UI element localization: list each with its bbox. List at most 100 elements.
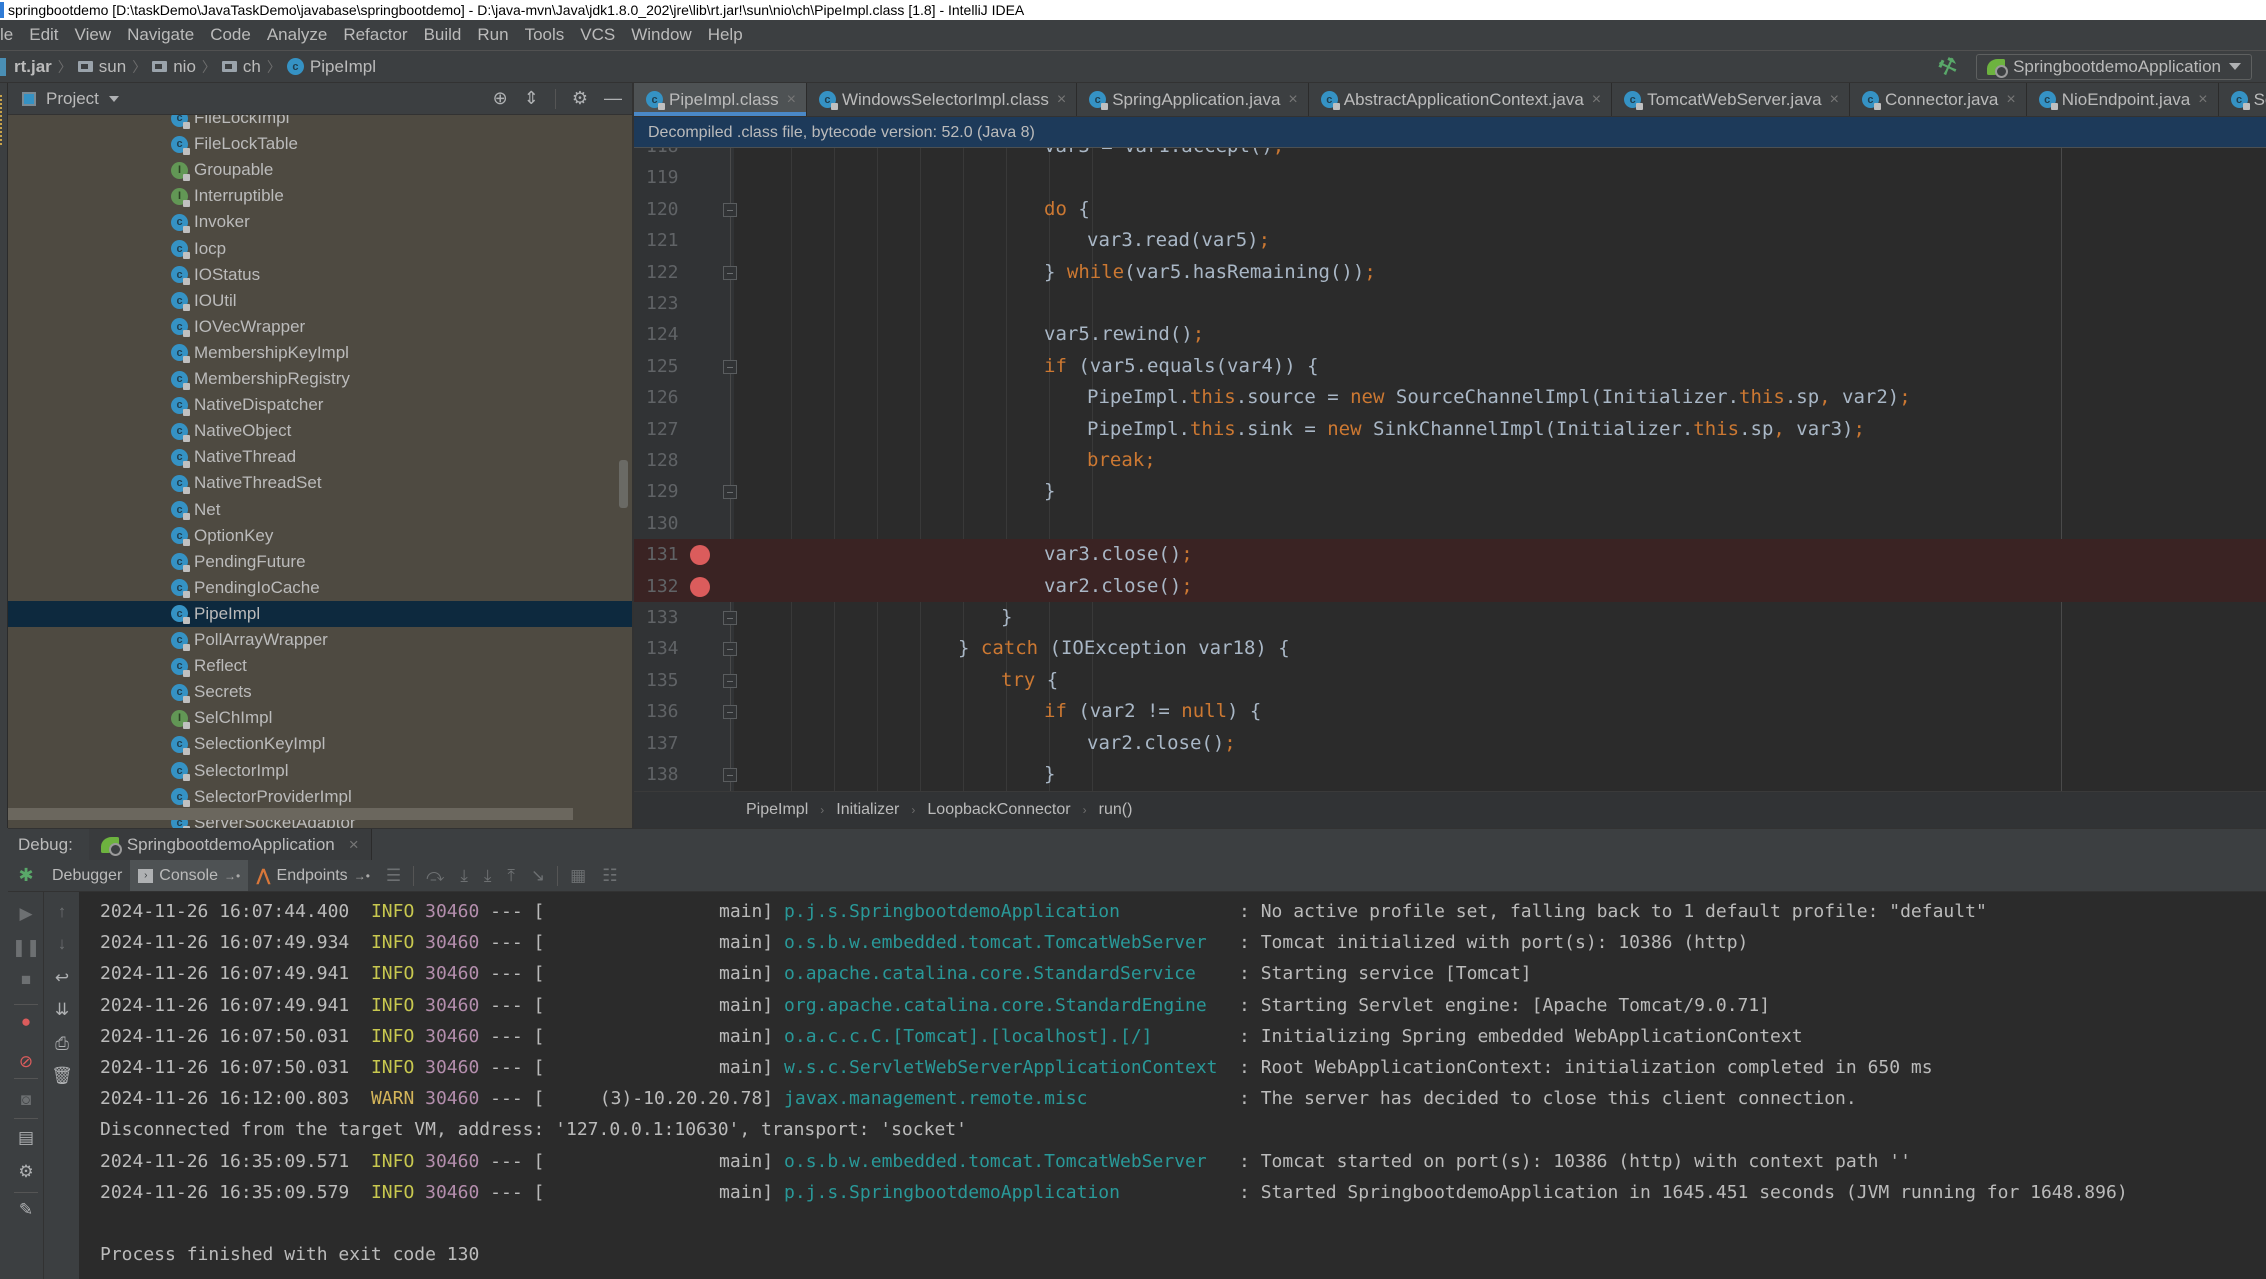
menu-help[interactable]: Help	[700, 25, 751, 45]
line-number[interactable]: 129	[646, 476, 686, 507]
tab-console[interactable]: › Console →•	[130, 860, 249, 891]
editor-tab[interactable]: c WindowsSelectorImpl.class ×	[807, 83, 1078, 116]
menu-view[interactable]: View	[67, 25, 120, 45]
menu-code[interactable]: Code	[202, 25, 259, 45]
code-line[interactable]: 119	[634, 162, 2266, 193]
debug-session-tab[interactable]: SpringbootdemoApplication ×	[88, 829, 372, 860]
code-line[interactable]: 137 var2.close();	[634, 728, 2266, 759]
stop-icon[interactable]: ■	[8, 970, 44, 990]
build-hammer-icon[interactable]: ⚒	[1934, 51, 1961, 82]
line-number[interactable]: 122	[646, 257, 686, 288]
close-icon[interactable]: ×	[349, 835, 359, 855]
force-step-into-icon[interactable]: ⤓	[484, 866, 492, 886]
menu-edit[interactable]: Edit	[21, 25, 66, 45]
line-number[interactable]: 126	[646, 382, 686, 413]
menu-refactor[interactable]: Refactor	[335, 25, 415, 45]
editor-tab[interactable]: c SpringApplication.java ×	[1077, 83, 1309, 116]
line-number[interactable]: 127	[646, 414, 686, 445]
resume-icon[interactable]: ▶	[8, 904, 44, 924]
gear-icon[interactable]: ⚙	[572, 88, 588, 109]
tree-item[interactable]: c SelectorImpl	[8, 758, 632, 784]
view-breakpoints-icon[interactable]: ●	[8, 1012, 44, 1032]
editor-crumb[interactable]: Initializer	[836, 801, 899, 819]
tree-item[interactable]: c FileLockImpl	[8, 115, 632, 131]
menu-vcs[interactable]: VCS	[572, 25, 623, 45]
show-frames-icon[interactable]: ☰	[386, 866, 401, 886]
code-line[interactable]: 132 var2.close();	[634, 570, 2266, 602]
close-icon[interactable]: ×	[1592, 91, 1601, 109]
tree-item[interactable]: c SelectionKeyImpl	[8, 731, 632, 757]
tree-item[interactable]: c IOStatus	[8, 262, 632, 288]
code-line[interactable]: 128 break;	[634, 445, 2266, 476]
locate-crosshair-icon[interactable]: ⊕	[493, 88, 508, 109]
editor-tab[interactable]: c TomcatWebServer.java ×	[1612, 83, 1850, 116]
tab-debugger[interactable]: Debugger	[44, 860, 130, 891]
line-number[interactable]: 120	[646, 194, 686, 225]
code-line[interactable]: 130	[634, 508, 2266, 539]
chevron-down-icon[interactable]	[108, 95, 119, 102]
trace-icon[interactable]: ☷	[602, 866, 617, 886]
minimize-icon[interactable]: —	[604, 88, 622, 109]
editor-tab[interactable]: c Connector.java ×	[1850, 83, 2027, 116]
close-icon[interactable]: ×	[1288, 91, 1297, 109]
code-line[interactable]: 138}	[634, 759, 2266, 790]
nav-crumb-ch[interactable]: ch 〉	[221, 57, 287, 77]
tree-item[interactable]: c OptionKey	[8, 523, 632, 549]
tab-endpoints[interactable]: ⋀ Endpoints →•	[248, 860, 378, 891]
print-icon[interactable]: ⎙	[44, 1034, 80, 1054]
tree-item[interactable]: c Reflect	[8, 653, 632, 679]
line-number[interactable]: 132	[646, 571, 686, 602]
line-number[interactable]: 137	[646, 728, 686, 759]
pin-tab-icon[interactable]: →•	[224, 869, 240, 883]
nav-crumb-jar[interactable]: rt.jar 〉	[0, 57, 78, 77]
soft-wrap-icon[interactable]: ↩	[44, 968, 80, 988]
pin-tab-icon[interactable]: →•	[354, 869, 370, 883]
line-number[interactable]: 134	[646, 633, 686, 664]
arrow-down-icon[interactable]: ↓	[44, 934, 80, 954]
settings-gear-icon[interactable]: ⚙	[8, 1162, 44, 1182]
arrow-up-icon[interactable]: ↑	[44, 902, 80, 922]
code-line[interactable]: 123	[634, 288, 2266, 319]
code-line[interactable]: 124 var5.rewind();	[634, 319, 2266, 350]
line-number[interactable]: 121	[646, 225, 686, 256]
menu-file[interactable]: le	[0, 25, 21, 45]
tree-item[interactable]: c NativeObject	[8, 418, 632, 444]
breakpoint-icon[interactable]	[690, 576, 710, 597]
code-line[interactable]: 126 PipeImpl.this.source = new SourceChan…	[634, 382, 2266, 413]
editor-tab[interactable]: c PipeImpl.class ×	[634, 83, 807, 116]
tree-item[interactable]: c MembershipRegistry	[8, 366, 632, 392]
tree-item[interactable]: c MembershipKeyImpl	[8, 340, 632, 366]
code-line[interactable]: 131 var3.close();	[634, 539, 2266, 571]
code-line[interactable]: 135 try {	[634, 665, 2266, 696]
console-output[interactable]: 2024-11-26 16:07:44.400 INFO 30460 --- […	[80, 892, 2266, 1279]
close-icon[interactable]: ×	[2198, 91, 2207, 109]
line-number[interactable]: 131	[646, 539, 686, 570]
line-number[interactable]: 128	[646, 445, 686, 476]
code-area[interactable]: 118 var3 = var1.accept(); 119120 do {121 var…	[634, 148, 2266, 791]
fold-marker-icon[interactable]	[723, 265, 737, 280]
line-number[interactable]: 118	[646, 148, 686, 162]
layout-icon[interactable]: ▤	[8, 1128, 44, 1148]
tree-item[interactable]: c Net	[8, 497, 632, 523]
menu-build[interactable]: Build	[416, 25, 470, 45]
tree-item[interactable]: c NativeThread	[8, 444, 632, 470]
fold-marker-icon[interactable]	[723, 673, 737, 688]
menu-analyze[interactable]: Analyze	[259, 25, 335, 45]
menu-window[interactable]: Window	[623, 25, 699, 45]
editor-tab[interactable]: cSelector	[2219, 83, 2266, 116]
nav-crumb-nio[interactable]: nio 〉	[152, 57, 222, 77]
tree-item[interactable]: I SelChImpl	[8, 705, 632, 731]
line-number[interactable]: 133	[646, 602, 686, 633]
evaluate-expression-icon[interactable]: ▦	[570, 866, 586, 886]
breakpoint-icon[interactable]	[690, 545, 710, 566]
trash-icon[interactable]: 🗑	[44, 1066, 80, 1086]
fold-marker-icon[interactable]	[723, 768, 737, 782]
editor-tab[interactable]: c AbstractApplicationContext.java ×	[1309, 83, 1613, 116]
code-line[interactable]: 129}	[634, 476, 2266, 507]
vertical-scrollbar[interactable]	[619, 460, 628, 508]
code-line[interactable]: 118 var3 = var1.accept();	[634, 148, 2266, 162]
line-number[interactable]: 123	[646, 288, 686, 319]
step-into-icon[interactable]: ⤓	[460, 866, 468, 886]
menu-tools[interactable]: Tools	[517, 25, 573, 45]
fold-marker-icon[interactable]	[723, 642, 737, 657]
